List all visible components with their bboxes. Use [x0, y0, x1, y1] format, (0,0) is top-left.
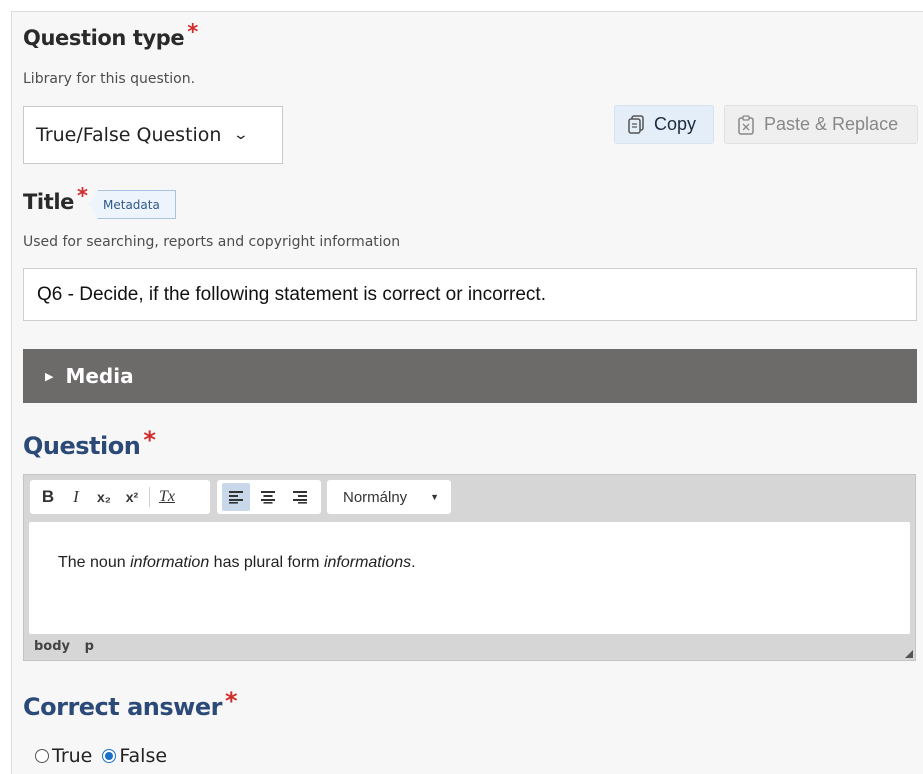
content-text: The noun	[58, 554, 131, 571]
chevron-down-icon: ⌄	[233, 127, 250, 143]
text-style-toolbar: B I x₂ x² Tx	[30, 480, 210, 514]
content-text: .	[411, 554, 416, 571]
alignment-toolbar	[217, 480, 321, 514]
radio-false[interactable]	[102, 749, 117, 763]
title-description: Used for searching, reports and copyrigh…	[23, 234, 401, 250]
question-type-label: Question type	[23, 26, 185, 50]
clipboard-icon	[738, 114, 754, 135]
question-type-select[interactable]: True/False Question ⌄	[23, 106, 283, 164]
path-item-body[interactable]: body	[34, 639, 70, 654]
required-mark: *	[77, 184, 88, 208]
path-item-p[interactable]: p	[85, 639, 94, 654]
copy-label: Copy	[654, 114, 697, 134]
content-italic-text: information	[130, 554, 210, 571]
radio-true[interactable]	[35, 749, 49, 763]
align-right-button[interactable]	[286, 483, 314, 511]
toolbar-separator	[149, 487, 150, 507]
paragraph-format-select[interactable]: Normálny ▼	[327, 480, 451, 514]
content-form-panel: Question type * Library for this question…	[11, 11, 923, 774]
required-mark: *	[143, 426, 156, 454]
copy-button[interactable]: Copy	[614, 105, 714, 144]
subscript-button[interactable]: x₂	[90, 483, 118, 511]
metadata-tag: Metadata	[89, 190, 176, 219]
content-italic-text: informations	[323, 554, 412, 571]
paste-replace-label: Paste & Replace	[764, 114, 899, 134]
radio-false-label[interactable]: False	[119, 745, 167, 767]
media-label: Media	[65, 364, 134, 388]
paste-replace-button[interactable]: Paste & Replace	[724, 105, 918, 144]
paragraph-format-value: Normálny	[343, 488, 408, 506]
superscript-button[interactable]: x²	[118, 483, 146, 511]
media-section-toggle[interactable]: ▶ Media	[23, 349, 917, 403]
question-content-area[interactable]: The noun information has plural form inf…	[29, 522, 910, 634]
question-type-heading: Question type *	[23, 20, 198, 50]
italic-button[interactable]: I	[62, 483, 90, 511]
question-heading: Question *	[23, 426, 156, 460]
caret-down-icon: ▼	[430, 492, 439, 502]
align-left-button[interactable]	[222, 483, 250, 511]
question-type-description: Library for this question.	[23, 71, 196, 87]
required-mark: *	[187, 20, 199, 44]
align-center-icon	[261, 491, 275, 504]
correct-answer-heading: Correct answer *	[23, 687, 238, 721]
copy-icon	[628, 114, 644, 134]
question-type-selected: True/False Question	[36, 124, 222, 146]
radio-true-label[interactable]: True	[52, 745, 92, 767]
question-rich-text-editor: B I x₂ x² Tx Normálny ▼ The noun informa…	[23, 474, 916, 661]
bold-button[interactable]: B	[34, 483, 62, 511]
align-center-button[interactable]	[254, 483, 282, 511]
title-label: Title	[23, 190, 75, 214]
required-mark: *	[224, 687, 238, 715]
content-text: has plural form	[209, 554, 324, 571]
question-label: Question	[23, 432, 141, 460]
caret-right-icon: ▶	[45, 369, 54, 383]
clear-format-button[interactable]: Tx	[153, 483, 181, 511]
resize-handle[interactable]	[905, 650, 913, 658]
correct-answer-options: True False	[35, 745, 167, 767]
align-left-icon	[229, 491, 243, 504]
title-input[interactable]: Q6 - Decide, if the following statement …	[23, 268, 917, 321]
align-right-icon	[293, 491, 307, 504]
correct-answer-label: Correct answer	[23, 693, 222, 721]
element-path-bar: body p	[34, 639, 104, 654]
title-heading: Title *	[23, 184, 88, 214]
